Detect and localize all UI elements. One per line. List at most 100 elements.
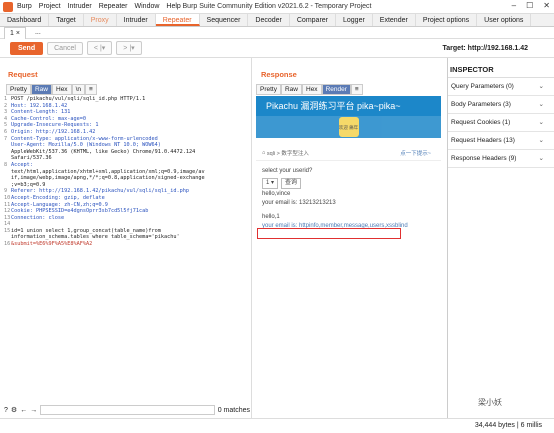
menu-project[interactable]: Project — [39, 3, 61, 10]
main-tabs: Dashboard Target Proxy Intruder Repeater… — [0, 14, 554, 27]
inspector-req-headers[interactable]: Request Headers (13) ⌄ — [448, 132, 554, 150]
breadcrumb: ⌂ sqli > 数字型注入 点一下提示~ — [256, 146, 441, 161]
format-hex[interactable]: Hex — [52, 84, 72, 95]
burp-logo-icon — [3, 1, 13, 12]
match-count: 0 matches — [217, 406, 250, 414]
code-line: 5 Upgrade-Insecure-Requests: 1 — [4, 122, 99, 129]
title-bar: Burp Project Intruder Repeater Window He… — [0, 0, 554, 14]
inspector-panel: INSPECTOR Query Parameters (0) ⌄ Body Par… — [447, 58, 554, 418]
tab-repeater[interactable]: Repeater — [155, 14, 200, 26]
status-bytes: 34,444 bytes | 6 millis — [474, 422, 542, 429]
status-bar: 34,444 bytes | 6 millis — [0, 418, 554, 433]
resp-format-pretty[interactable]: Pretty — [256, 84, 281, 95]
code-line: 13Connection: close — [4, 214, 65, 221]
menu-window[interactable]: Window — [135, 3, 160, 10]
resp-format-hex[interactable]: Hex — [302, 84, 322, 95]
chevron-down-icon: ⌄ — [538, 137, 544, 144]
watermark: 梁小妖 — [478, 398, 502, 407]
code-line: ;v=b3;q=0.9 — [11, 181, 46, 188]
tab-comparer[interactable]: Comparer — [290, 14, 336, 26]
code-line: AppleWebKit/537.36 (KHTML, like Gecko) C… — [11, 148, 196, 155]
code-line: 10Accept-Encoding: gzip, deflate — [4, 194, 105, 201]
response-header: Response Pretty Raw Hex Render ≡ — [253, 58, 446, 95]
request-title: Request — [8, 70, 38, 79]
send-button[interactable]: Send — [10, 41, 44, 55]
cancel-button[interactable]: Cancel — [47, 41, 83, 55]
search-bar: ? ⚙ ← → 0 matches — [4, 403, 250, 417]
menu-intruder[interactable]: Intruder — [68, 3, 92, 10]
gear-icon[interactable]: ⚙ — [11, 406, 17, 414]
repeater-toolbar: Send Cancel < |▾ > |▾ Target: http://192… — [0, 39, 554, 58]
chevron-down-icon: ⌄ — [538, 119, 544, 126]
inspector-cookies[interactable]: Request Cookies (1) ⌄ — [448, 114, 554, 132]
format-menu-icon[interactable]: ≡ — [84, 84, 97, 95]
tab-user-options[interactable]: User options — [477, 14, 532, 26]
close-icon[interactable]: ✕ — [543, 1, 550, 10]
response-title: Response — [261, 70, 297, 79]
code-line: 3 Content-Length: 131 — [4, 109, 71, 116]
back-button[interactable]: < |▾ — [86, 41, 113, 55]
tab-sequencer[interactable]: Sequencer — [200, 14, 249, 26]
tab-logger[interactable]: Logger — [336, 14, 373, 26]
request-format-tabs: Pretty Raw Hex \n ≡ — [6, 84, 97, 95]
maximize-icon[interactable]: ☐ — [526, 1, 533, 10]
help-icon[interactable]: ? — [4, 407, 8, 414]
tab-project-options[interactable]: Project options — [416, 14, 478, 26]
query-button[interactable]: 查询 — [281, 177, 302, 189]
menu-repeater[interactable]: Repeater — [99, 3, 128, 10]
code-line: 7 Content-Type: application/x-www-form-ur… — [4, 135, 158, 142]
menu-help[interactable]: Help — [166, 3, 180, 10]
inspector-resp-headers[interactable]: Response Headers (9) ⌄ — [448, 150, 554, 168]
hint-link[interactable]: 点一下提示~ — [400, 149, 431, 157]
code-line: 11Accept-Language: zh-CN,zh;q=0.9 — [4, 201, 108, 208]
inspector-body-params[interactable]: Body Parameters (3) ⌄ — [448, 96, 554, 114]
code-line: 4 Cache-Control: max-age=0 — [4, 115, 86, 122]
tab-extender[interactable]: Extender — [373, 14, 416, 26]
code-line: 16&submit=%E6%9F%A5%E8%AF%A2 — [4, 241, 93, 248]
inspector-title: INSPECTOR — [448, 58, 554, 78]
menu-burp[interactable]: Burp — [17, 3, 32, 10]
code-line: User-Agent: Mozilla/5.0 (Windows NT 10.0… — [11, 142, 161, 149]
repeater-tab-1[interactable]: 1 × — [4, 26, 26, 39]
request-editor[interactable]: 1 POST /pikachu/vul/sqli/sqli_id.php HTTP… — [4, 96, 248, 248]
target-label[interactable]: Target: http://192.168.1.42 — [443, 45, 528, 52]
code-line: if,image/webp,image/apng,*/*;q=0.8,appli… — [11, 175, 205, 182]
tab-intruder[interactable]: Intruder — [117, 14, 156, 26]
resp-format-render[interactable]: Render — [321, 84, 351, 95]
output-email-1: your email is: 13213213213 — [262, 200, 336, 206]
pikachu-banner: 欢迎 痛年 — [256, 116, 441, 138]
resp-format-menu-icon[interactable]: ≡ — [350, 84, 363, 95]
code-line: 8 Accept: — [4, 161, 33, 168]
code-line: 12Cookie: PHPSESSID=e4dgnsOprr3sb7cd5l5f… — [4, 208, 149, 215]
output-hello-2: hello,1 — [262, 214, 280, 220]
code-line: 2 Host: 192.168.1.42 — [4, 102, 68, 109]
chevron-down-icon: ⌄ — [538, 83, 544, 90]
code-line: 9 Referer: http://192.168.1.42/pikachu/vu… — [4, 188, 190, 195]
prev-icon[interactable]: ← — [20, 407, 27, 414]
format-newline[interactable]: \n — [71, 84, 85, 95]
minimize-icon[interactable]: – — [512, 1, 516, 10]
code-line: Safari/537.36 — [11, 155, 52, 162]
code-line: 6 Origin: http://192.168.1.42 — [4, 128, 96, 135]
inspector-query-params[interactable]: Query Parameters (0) ⌄ — [448, 78, 554, 96]
resp-format-raw[interactable]: Raw — [280, 84, 302, 95]
new-tab-button[interactable]: ... — [29, 27, 46, 38]
format-raw[interactable]: Raw — [30, 84, 52, 95]
userid-select[interactable]: 1 ▾ — [262, 177, 279, 189]
tab-proxy[interactable]: Proxy — [84, 14, 117, 26]
forward-button[interactable]: > |▾ — [116, 41, 142, 55]
format-pretty[interactable]: Pretty — [6, 84, 31, 95]
chevron-down-icon: ⌄ — [538, 101, 544, 108]
rendered-response: Pikachu 漏洞练习平台 pika~pika~ 欢迎 痛年 ⌂ sqli >… — [256, 96, 441, 396]
question-label: select your userid? — [262, 168, 313, 174]
tab-dashboard[interactable]: Dashboard — [0, 14, 50, 26]
search-input[interactable] — [40, 405, 215, 415]
next-icon[interactable]: → — [30, 407, 37, 414]
repeater-subtabs: 1 × ... — [0, 26, 554, 39]
chevron-down-icon: ⌄ — [538, 155, 544, 162]
tab-decoder[interactable]: Decoder — [248, 14, 290, 26]
output-hello-1: hello,vince — [262, 191, 291, 197]
code-line: 15id=1 union select 1,group_concat(table… — [4, 227, 161, 234]
tab-target[interactable]: Target — [49, 14, 84, 26]
code-line: text/html,application/xhtml+xml,applicat… — [11, 168, 205, 175]
